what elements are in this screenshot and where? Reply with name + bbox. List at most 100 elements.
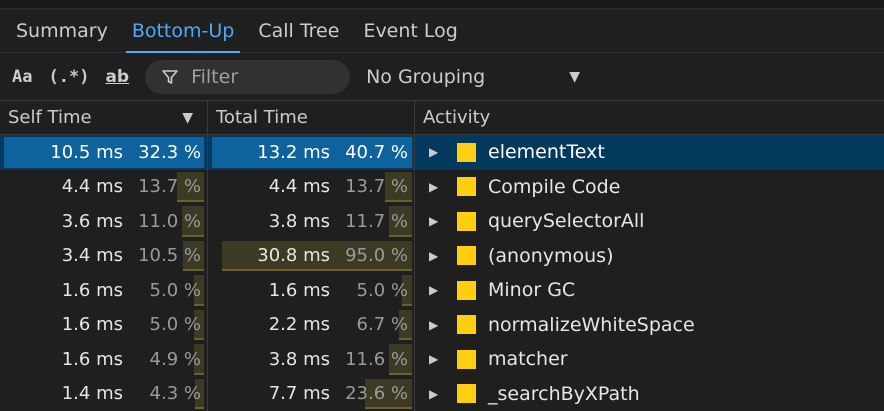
total-time-ms: 3.8 ms bbox=[269, 349, 330, 370]
expand-arrow-icon[interactable]: ▶ bbox=[429, 387, 443, 401]
self-time-percent: 13.7 % bbox=[138, 176, 201, 197]
tab-summary[interactable]: Summary bbox=[4, 9, 120, 53]
expand-arrow-icon[interactable]: ▶ bbox=[429, 180, 443, 194]
self-time-cell: 3.6 ms11.0 % bbox=[0, 204, 208, 239]
total-time-percent: 11.6 % bbox=[345, 349, 408, 370]
self-time-ms: 1.6 ms bbox=[62, 280, 123, 301]
self-time-cell: 1.6 ms 4.9 % bbox=[0, 342, 208, 377]
expand-arrow-icon[interactable]: ▶ bbox=[429, 214, 443, 228]
total-time-percent: 5.0 % bbox=[357, 280, 408, 301]
self-time-percent: 5.0 % bbox=[150, 314, 201, 335]
total-time-percent: 95.0 % bbox=[345, 245, 408, 266]
self-time-ms: 1.6 ms bbox=[62, 349, 123, 370]
grouping-value: No Grouping bbox=[366, 66, 485, 88]
self-time-ms: 1.6 ms bbox=[62, 314, 123, 335]
total-time-percent: 40.7 % bbox=[345, 142, 408, 163]
total-time-ms: 4.4 ms bbox=[269, 176, 330, 197]
total-time-cell: 3.8 ms 11.7 % bbox=[208, 204, 415, 239]
table-row[interactable]: 1.6 ms 5.0 % 1.6 ms 5.0 % ▶Minor GC bbox=[0, 273, 884, 308]
total-time-ms: 7.7 ms bbox=[269, 383, 330, 404]
self-time-header-label: Self Time bbox=[8, 107, 92, 128]
self-time-cell: 10.5 ms32.3 % bbox=[0, 135, 208, 170]
self-time-cell: 3.4 ms10.5 % bbox=[0, 239, 208, 274]
self-time-column-header[interactable]: Self Time ▼ bbox=[0, 101, 208, 134]
activity-cell: ▶ _searchByXPath bbox=[415, 377, 884, 411]
total-time-percent: 13.7 % bbox=[345, 176, 408, 197]
activity-name: Compile Code bbox=[488, 176, 620, 198]
activity-name: _searchByXPath bbox=[488, 383, 640, 405]
match-case-button[interactable]: Aa bbox=[12, 67, 32, 87]
category-color-swatch bbox=[457, 143, 476, 162]
activity-cell: ▶ querySelectorAll bbox=[415, 204, 884, 239]
self-time-ms: 1.4 ms bbox=[62, 383, 123, 404]
category-color-swatch bbox=[457, 246, 476, 265]
total-time-ms: 1.6 ms bbox=[269, 280, 330, 301]
grouping-select[interactable]: No Grouping ▼ bbox=[366, 66, 584, 88]
expand-arrow-icon[interactable]: ▶ bbox=[429, 352, 443, 366]
table-row[interactable]: 10.5 ms32.3 % 13.2 ms 40.7 % ▶ elementText bbox=[0, 135, 884, 170]
self-time-cell: 4.4 ms13.7 % bbox=[0, 170, 208, 205]
self-time-cell: 1.6 ms 5.0 % bbox=[0, 273, 208, 308]
expand-arrow-icon[interactable]: ▶ bbox=[429, 318, 443, 332]
tab-event-log[interactable]: Event Log bbox=[351, 9, 469, 53]
table-row[interactable]: 4.4 ms13.7 %4.4 ms13.7 %▶Compile Code bbox=[0, 170, 884, 205]
filter-icon bbox=[161, 68, 179, 86]
expand-arrow-icon[interactable]: ▶ bbox=[429, 145, 443, 159]
filter-placeholder: Filter bbox=[191, 66, 238, 88]
total-time-header-label: Total Time bbox=[216, 107, 308, 128]
self-time-percent: 5.0 % bbox=[150, 280, 201, 301]
sort-descending-icon: ▼ bbox=[182, 110, 193, 126]
category-color-swatch bbox=[457, 281, 476, 300]
activity-column-header[interactable]: Activity bbox=[415, 101, 884, 134]
total-time-percent: 23.6 % bbox=[345, 383, 408, 404]
activity-cell: ▶ normalizeWhiteSpace bbox=[415, 308, 884, 343]
total-time-ms: 30.8 ms bbox=[257, 245, 330, 266]
total-time-cell: 1.6 ms 5.0 % bbox=[208, 273, 415, 308]
grid-header: Self Time ▼ Total Time Activity bbox=[0, 101, 884, 135]
self-time-percent: 4.9 % bbox=[150, 349, 201, 370]
total-time-ms: 2.2 ms bbox=[269, 314, 330, 335]
self-time-cell: 1.4 ms 4.3 % bbox=[0, 377, 208, 411]
expand-arrow-icon[interactable]: ▶ bbox=[429, 283, 443, 297]
total-time-ms: 13.2 ms bbox=[257, 142, 330, 163]
table-row[interactable]: 1.4 ms 4.3 % 7.7 ms 23.6 % ▶ _searchByXPath bbox=[0, 377, 884, 411]
table-row[interactable]: 1.6 ms 4.9 % 3.8 ms 11.6 % ▶matcher bbox=[0, 342, 884, 377]
chevron-down-icon: ▼ bbox=[569, 69, 580, 85]
category-color-swatch bbox=[457, 212, 476, 231]
total-time-column-header[interactable]: Total Time bbox=[208, 101, 415, 134]
self-time-cell: 1.6 ms 5.0 % bbox=[0, 308, 208, 343]
category-color-swatch bbox=[457, 384, 476, 403]
tab-call-tree[interactable]: Call Tree bbox=[246, 9, 351, 53]
table-row[interactable]: 3.4 ms10.5 % 30.8 ms 95.0 % ▶ (anonymous) bbox=[0, 239, 884, 274]
match-whole-word-button[interactable]: ab bbox=[105, 67, 129, 87]
activity-cell: ▶ elementText bbox=[415, 135, 884, 170]
filter-input[interactable]: Filter bbox=[145, 60, 350, 94]
total-time-ms: 3.8 ms bbox=[269, 211, 330, 232]
self-time-percent: 4.3 % bbox=[150, 383, 201, 404]
activity-name: elementText bbox=[488, 141, 605, 163]
bottom-up-table-body: 10.5 ms32.3 % 13.2 ms 40.7 % ▶ elementText 4.… bbox=[0, 135, 884, 411]
table-row[interactable]: 3.6 ms11.0 % 3.8 ms 11.7 % ▶ querySelectorAl… bbox=[0, 204, 884, 239]
filter-toolbar: Aa (.*) ab Filter No Grouping ▼ bbox=[0, 53, 884, 101]
self-time-percent: 11.0 % bbox=[138, 211, 201, 232]
activity-header-label: Activity bbox=[423, 107, 490, 128]
category-color-swatch bbox=[457, 350, 476, 369]
activity-cell: ▶ Compile Code bbox=[415, 170, 884, 205]
activity-cell: ▶Minor GC bbox=[415, 273, 884, 308]
self-time-ms: 3.4 ms bbox=[62, 245, 123, 266]
total-time-cell: 4.4 ms 13.7 % bbox=[208, 170, 415, 205]
activity-cell: ▶matcher bbox=[415, 342, 884, 377]
total-time-cell: 2.2 ms6.7 % bbox=[208, 308, 415, 343]
total-time-cell: 30.8 ms 95.0 % bbox=[208, 239, 415, 274]
activity-name: normalizeWhiteSpace bbox=[488, 314, 695, 336]
total-time-cell: 7.7 ms 23.6 % bbox=[208, 377, 415, 411]
tab-bottom-up[interactable]: Bottom-Up bbox=[120, 9, 247, 53]
total-time-percent: 11.7 % bbox=[345, 211, 408, 232]
total-time-cell: 3.8 ms 11.6 % bbox=[208, 342, 415, 377]
activity-name: (anonymous) bbox=[488, 245, 614, 267]
category-color-swatch bbox=[457, 177, 476, 196]
activity-name: querySelectorAll bbox=[488, 210, 644, 232]
table-row[interactable]: 1.6 ms 5.0 % 2.2 ms6.7 % ▶ normalizeWhiteSpa… bbox=[0, 308, 884, 343]
regex-button[interactable]: (.*) bbox=[48, 67, 89, 87]
expand-arrow-icon[interactable]: ▶ bbox=[429, 249, 443, 263]
